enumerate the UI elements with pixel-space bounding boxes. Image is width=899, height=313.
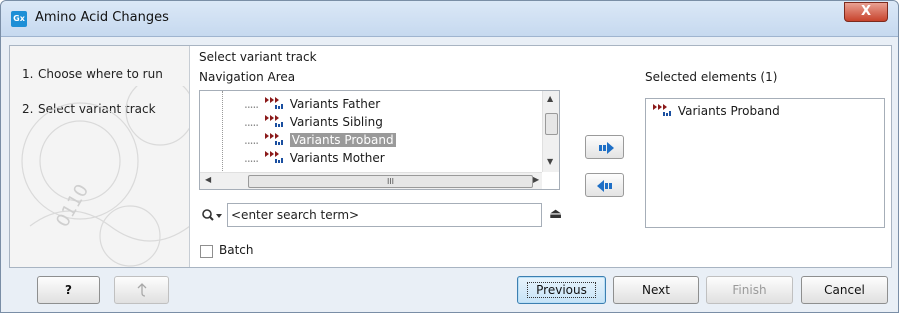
reset-button[interactable] bbox=[114, 276, 169, 304]
previous-button[interactable]: Previous bbox=[517, 276, 606, 304]
content-panel: 1. Choose where to run 2. Select variant t… bbox=[9, 45, 892, 268]
remove-from-selected-button[interactable] bbox=[585, 173, 624, 197]
scroll-up-arrow-icon[interactable]: ▲ bbox=[547, 94, 553, 103]
scroll-down-arrow-icon[interactable]: ▼ bbox=[547, 157, 553, 166]
horizontal-scroll-thumb[interactable]: III bbox=[248, 175, 533, 188]
tree-item-selected[interactable]: ..... Variants Proband bbox=[244, 131, 396, 149]
navigation-tree[interactable]: ..... Variants Father ..... Variants Sib… bbox=[199, 90, 560, 190]
batch-label: Batch bbox=[219, 243, 254, 257]
title-bar[interactable]: Gx Amino Acid Changes X bbox=[1, 1, 898, 37]
undo-icon bbox=[137, 283, 146, 297]
tree-guide-line bbox=[222, 91, 223, 171]
window-title: Amino Acid Changes bbox=[35, 10, 169, 25]
add-to-selected-button[interactable] bbox=[585, 135, 624, 159]
arrow-right-icon bbox=[599, 142, 614, 154]
next-button[interactable]: Next bbox=[613, 276, 699, 304]
vertical-scrollbar[interactable]: ▲ ▼ bbox=[542, 91, 559, 172]
tree-item[interactable]: ..... Variants Father bbox=[244, 95, 380, 113]
dialog-footer: ? Previous Next Finish Cancel bbox=[1, 276, 898, 313]
search-icon[interactable] bbox=[201, 208, 225, 224]
variant-track-icon bbox=[264, 151, 283, 163]
selected-elements-label: Selected elements (1) bbox=[645, 70, 778, 84]
selected-elements-list[interactable]: Variants Proband bbox=[645, 98, 885, 228]
batch-checkbox[interactable] bbox=[200, 245, 213, 258]
finish-button[interactable]: Finish bbox=[706, 276, 793, 304]
scroll-right-arrow-icon[interactable]: ▶ bbox=[533, 175, 539, 184]
scroll-left-arrow-icon[interactable]: ◀ bbox=[205, 175, 211, 184]
variant-track-icon bbox=[264, 115, 283, 127]
tree-item[interactable]: ..... Variants Mother bbox=[244, 149, 385, 167]
variant-track-icon bbox=[264, 133, 283, 145]
cancel-button[interactable]: Cancel bbox=[801, 276, 888, 304]
section-title: Select variant track bbox=[199, 50, 317, 64]
main-panel: Select variant track Navigation Area Sel… bbox=[199, 46, 889, 267]
dna-decoration-icon: 0110 bbox=[21, 86, 189, 267]
svg-text:0110: 0110 bbox=[52, 181, 93, 231]
navigation-area-label: Navigation Area bbox=[199, 70, 296, 84]
variant-track-icon bbox=[264, 97, 283, 109]
close-button[interactable]: X bbox=[844, 2, 888, 22]
clear-search-icon[interactable]: ⏏ bbox=[549, 206, 562, 222]
arrow-left-icon bbox=[597, 180, 612, 192]
wizard-steps-panel: 1. Choose where to run 2. Select variant t… bbox=[10, 46, 190, 267]
dialog-window: Gx Amino Acid Changes X 1. Choose where t… bbox=[0, 0, 899, 313]
vertical-scroll-thumb[interactable] bbox=[545, 113, 558, 135]
horizontal-scrollbar[interactable]: ◀ III ▶ bbox=[200, 172, 542, 189]
app-logo-icon: Gx bbox=[11, 11, 27, 27]
selected-item[interactable]: Variants Proband bbox=[652, 103, 780, 118]
help-button[interactable]: ? bbox=[37, 276, 100, 304]
search-input[interactable] bbox=[227, 203, 542, 227]
tree-item[interactable]: ..... Variants Sibling bbox=[244, 113, 383, 131]
step-choose-where-to-run: 1. Choose where to run bbox=[22, 67, 163, 81]
variant-track-icon bbox=[653, 104, 671, 116]
